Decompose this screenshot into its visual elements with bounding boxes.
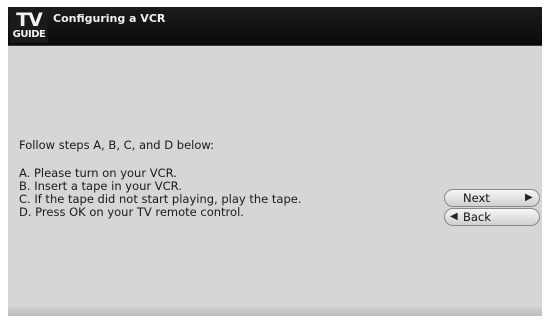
logo-tv-text: TV xyxy=(16,9,43,31)
bottom-band xyxy=(8,307,542,316)
instructions-intro: Follow steps A, B, C, and D below: xyxy=(19,138,215,152)
tv-guide-screen: TV GUIDE Configuring a VCR Follow steps … xyxy=(8,7,542,316)
next-button-label: Next xyxy=(463,191,490,205)
chevron-left-icon: ◀ xyxy=(450,211,458,222)
step-d: D. Press OK on your TV remote control. xyxy=(19,205,244,219)
page-title: Configuring a VCR xyxy=(53,12,166,25)
instructions: Follow steps A, B, C, and D below: A. Pl… xyxy=(19,139,302,219)
chevron-right-icon: ▶ xyxy=(525,192,533,203)
header-bar: TV GUIDE Configuring a VCR xyxy=(8,7,542,46)
logo-guide-text: GUIDE xyxy=(12,29,46,40)
tv-guide-logo: TV GUIDE xyxy=(10,10,48,43)
next-button[interactable]: Next ▶ xyxy=(444,189,540,207)
back-button-label: Back xyxy=(463,210,491,224)
back-button[interactable]: ◀ Back xyxy=(444,208,540,226)
